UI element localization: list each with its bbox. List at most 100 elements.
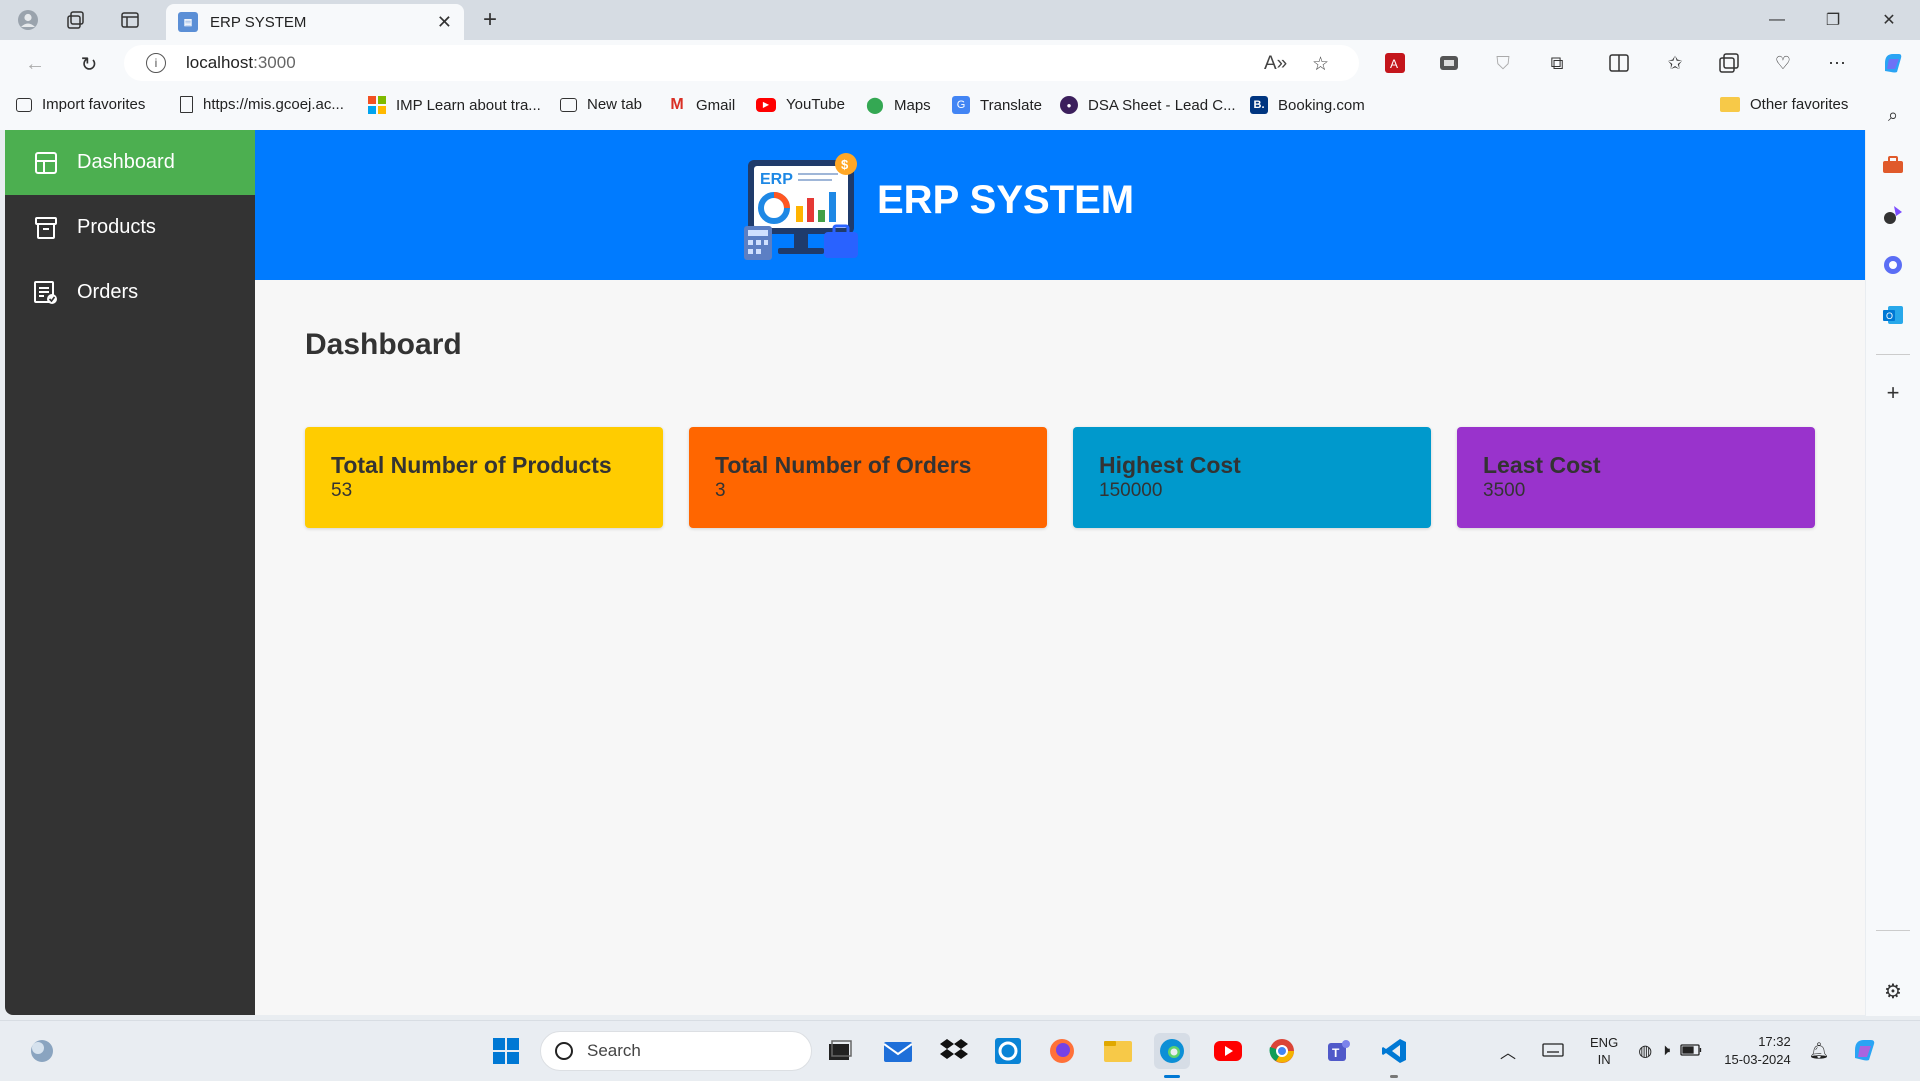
sidebar-item-dashboard[interactable]: Dashboard (5, 130, 255, 195)
read-aloud-icon[interactable]: A» (1264, 53, 1287, 75)
page-icon (180, 96, 193, 113)
dashboard-icon (33, 150, 59, 176)
fav-import-favorites[interactable]: Import favorites (16, 96, 145, 113)
favorites-bar: Import favorites https://mis.gcoej.ac...… (0, 86, 1920, 130)
dashboard-main: Dashboard Total Number of Products 53 To… (255, 280, 1865, 1015)
back-arrow-icon[interactable]: ← (20, 49, 50, 79)
edge-icon[interactable] (1154, 1033, 1190, 1069)
sidebar-settings-icon[interactable]: ⚙ (1880, 978, 1906, 1004)
erp-favicon-icon: ▤ (178, 12, 198, 32)
fav-new-tab[interactable]: New tab (560, 96, 642, 113)
extensions-puzzle-icon[interactable]: ⧉ (1544, 50, 1570, 76)
keyboard-icon[interactable] (1542, 1042, 1564, 1060)
fav-maps[interactable]: ⬤ Maps (866, 96, 931, 115)
dropbox-icon[interactable] (936, 1033, 972, 1069)
close-window-button[interactable]: ✕ (1862, 0, 1916, 40)
fav-other-favorites[interactable]: Other favorites (1720, 96, 1848, 113)
page-title: Dashboard (305, 328, 462, 361)
fav-translate[interactable]: G Translate (952, 96, 1042, 114)
task-view-icon[interactable] (822, 1033, 858, 1069)
sidebar-item-orders[interactable]: Orders (5, 260, 255, 325)
teams-icon[interactable]: T (1320, 1033, 1356, 1069)
fav-youtube[interactable]: ▶ YouTube (756, 96, 845, 113)
rail-divider (1876, 354, 1910, 355)
language-indicator[interactable]: ENG IN (1590, 1034, 1618, 1068)
refresh-icon[interactable]: ↻ (74, 49, 104, 79)
card-title: Highest Cost (1099, 452, 1241, 478)
booking-icon: B. (1250, 96, 1268, 114)
address-bar[interactable]: i localhost:3000 A» ☆ (124, 45, 1359, 81)
svg-text:A: A (1390, 57, 1398, 71)
new-tab-button[interactable]: + (476, 6, 504, 34)
site-info-icon[interactable]: i (146, 53, 166, 73)
split-screen-icon[interactable] (1606, 50, 1632, 76)
search-icon[interactable]: ⌕ (1880, 102, 1906, 128)
workspaces-icon[interactable] (62, 6, 90, 34)
card-value: 53 (331, 480, 353, 501)
settings-more-icon[interactable]: ⋯ (1824, 50, 1850, 76)
card-highest-cost: Highest Cost 150000 (1073, 427, 1431, 528)
minimize-button[interactable]: — (1750, 0, 1804, 40)
mail-icon[interactable] (880, 1033, 916, 1069)
running-app-indicator (1390, 1075, 1398, 1078)
volume-icon[interactable]: 🕨 (1660, 1042, 1670, 1060)
chevron-up-icon[interactable]: ︿ (1500, 1039, 1516, 1063)
copilot-icon[interactable] (1880, 50, 1906, 76)
favorite-star-icon[interactable]: ☆ (1312, 53, 1329, 76)
weather-widget-icon[interactable] (24, 1033, 60, 1069)
search-icon (555, 1042, 573, 1060)
card-value: 3 (715, 480, 726, 501)
fav-imp-learn[interactable]: IMP Learn about tra... (368, 96, 541, 114)
restore-button[interactable]: ❐ (1806, 0, 1860, 40)
profile-icon[interactable] (14, 6, 42, 34)
folder-icon (1720, 97, 1740, 112)
youtube-app-icon[interactable] (1210, 1033, 1246, 1069)
tools-icon[interactable] (1880, 152, 1906, 178)
clock[interactable]: 17:32 15-03-2024 (1724, 1033, 1791, 1069)
tab-title: ERP SYSTEM (210, 13, 307, 31)
browser-essentials-icon[interactable]: ♡ (1770, 50, 1796, 76)
chrome-icon[interactable] (1264, 1033, 1300, 1069)
vscode-icon[interactable] (1376, 1033, 1412, 1069)
app-sidebar: Dashboard Products Orders (5, 130, 255, 1015)
sidebar-item-products[interactable]: Products (5, 195, 255, 260)
tab-actions-icon[interactable] (116, 6, 144, 34)
sidebar-item-label: Orders (77, 281, 139, 303)
fav-mis-gcoej[interactable]: https://mis.gcoej.ac... (180, 96, 344, 113)
notification-bell-icon[interactable]: 🔔︎ (1809, 1041, 1829, 1061)
svg-text:O: O (1886, 311, 1893, 321)
maps-icon: ⬤ (866, 97, 884, 114)
games-icon[interactable] (1880, 202, 1906, 228)
battery-icon[interactable] (1680, 1043, 1702, 1059)
browser-toolbar: ← ↻ i localhost:3000 A» ☆ A ⛉ ⧉ ✩ ♡ ⋯ (0, 40, 1920, 86)
rail-divider-bottom (1876, 930, 1910, 931)
copilot-365-icon[interactable] (1880, 252, 1906, 278)
tab-erp-system[interactable]: ▤ ERP SYSTEM ✕ (166, 4, 464, 40)
taskbar-search-input[interactable]: Search (540, 1031, 812, 1071)
favorites-list-icon[interactable]: ✩ (1662, 50, 1688, 76)
windows-start-icon[interactable] (488, 1033, 524, 1069)
fav-dsa-sheet[interactable]: ● DSA Sheet - Lead C... (1060, 96, 1236, 114)
extension-grid-icon[interactable] (1436, 50, 1462, 76)
url-text: localhost:3000 (186, 53, 296, 72)
windows-taskbar: Search T ︿ ENG IN ◍ 🕨 17:32 15-03-2024 🔔… (0, 1020, 1920, 1080)
add-icon[interactable]: + (1880, 380, 1906, 406)
collections-icon[interactable] (1716, 50, 1742, 76)
fav-gmail[interactable]: M Gmail (668, 96, 735, 114)
newtab-icon (560, 97, 577, 112)
fav-booking[interactable]: B. Booking.com (1250, 96, 1365, 114)
card-title: Total Number of Products (331, 452, 612, 478)
pdf-extension-icon[interactable]: A (1382, 50, 1408, 76)
copilot-taskbar-icon[interactable] (1851, 1036, 1879, 1067)
file-explorer-icon[interactable] (1100, 1033, 1136, 1069)
microsoft-icon (368, 96, 386, 114)
firefox-icon[interactable] (1044, 1033, 1080, 1069)
shield-icon[interactable]: ⛉ (1490, 50, 1516, 76)
card-least-cost: Least Cost 3500 (1457, 427, 1815, 528)
network-icon[interactable]: ◍ (1638, 1041, 1652, 1061)
erp-app: Dashboard Products Orders ERP $ ERP SYST… (5, 130, 1865, 1015)
cortana-icon[interactable] (990, 1033, 1026, 1069)
dsa-icon: ● (1060, 96, 1078, 114)
outlook-icon[interactable]: O (1880, 302, 1906, 328)
close-tab-icon[interactable]: ✕ (437, 12, 452, 33)
